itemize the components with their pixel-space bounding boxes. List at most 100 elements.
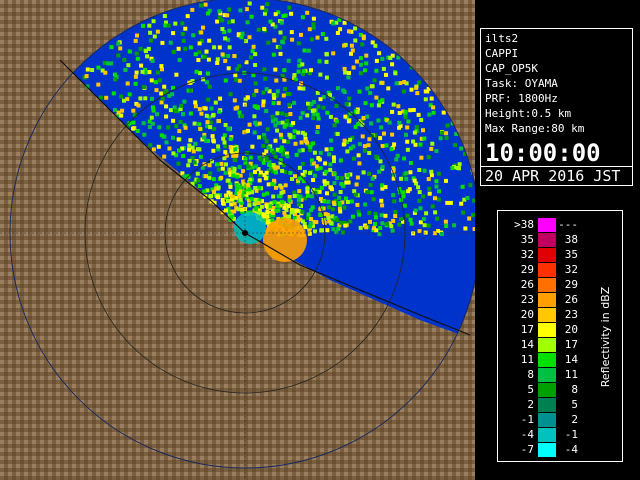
echo-cell xyxy=(197,184,202,188)
echo-cell xyxy=(471,213,475,217)
echo-cell xyxy=(367,210,372,215)
legend-high-label: 2 xyxy=(571,413,578,426)
echo-cell xyxy=(224,193,229,198)
echo-cell xyxy=(307,27,312,32)
echo-cell xyxy=(396,104,401,109)
echo-cell xyxy=(347,29,351,34)
echo-cell xyxy=(207,163,212,168)
echo-cell xyxy=(348,219,353,224)
legend-color-swatch xyxy=(538,278,556,292)
echo-cell xyxy=(409,87,414,92)
echo-cell xyxy=(228,137,233,141)
echo-cell xyxy=(210,134,215,139)
echo-cell xyxy=(217,119,221,123)
echo-cell xyxy=(220,166,225,171)
echo-cell xyxy=(162,154,167,159)
echo-cell xyxy=(364,53,369,58)
legend-high-label: -4 xyxy=(565,443,579,456)
echo-cell xyxy=(266,40,271,45)
echo-cell xyxy=(346,180,351,185)
echo-cell xyxy=(338,209,343,214)
echo-cell xyxy=(181,38,186,43)
echo-cell xyxy=(230,194,235,199)
echo-cell xyxy=(198,126,203,131)
legend-color-swatch xyxy=(538,218,556,232)
legend-color-swatch xyxy=(538,308,556,322)
echo-cell xyxy=(104,95,109,100)
echo-cell xyxy=(220,52,225,57)
echo-cell xyxy=(339,181,344,186)
echo-cell xyxy=(162,14,167,18)
echo-cell xyxy=(336,86,340,91)
echo-cell xyxy=(258,170,263,175)
legend-color-swatch xyxy=(538,398,556,412)
echo-cell xyxy=(193,104,198,109)
echo-cell xyxy=(119,94,124,99)
echo-cell xyxy=(156,144,161,149)
echo-cell xyxy=(233,157,238,162)
echo-cell xyxy=(145,54,150,59)
echo-cell xyxy=(365,114,370,119)
echo-cell xyxy=(374,228,379,233)
echo-cell xyxy=(284,113,289,117)
echo-cell xyxy=(208,125,213,130)
echo-cell xyxy=(344,101,349,106)
echo-cell xyxy=(328,162,333,167)
legend-high-label: 14 xyxy=(565,353,579,366)
echo-cell xyxy=(330,207,335,212)
echo-cell xyxy=(364,225,369,230)
echo-cell xyxy=(441,110,446,115)
echo-cell xyxy=(293,141,298,146)
echo-cell xyxy=(292,100,297,105)
echo-cell xyxy=(413,208,418,213)
legend-color-swatch xyxy=(538,353,556,367)
echo-cell xyxy=(405,139,410,144)
echo-cell xyxy=(346,119,351,124)
echo-cell xyxy=(183,46,188,51)
legend-low-label: 35 xyxy=(521,233,534,246)
echo-cell xyxy=(228,92,233,97)
echo-cell xyxy=(300,111,305,116)
echo-cell xyxy=(388,55,393,60)
echo-cell xyxy=(347,71,351,75)
echo-cell xyxy=(303,132,308,137)
echo-cell xyxy=(226,54,231,58)
echo-cell xyxy=(96,65,101,70)
time-display: 10:00:00 xyxy=(485,139,601,167)
echo-cell xyxy=(278,132,283,137)
echo-cell xyxy=(211,138,216,143)
echo-cell xyxy=(188,45,193,50)
echo-cell xyxy=(329,185,333,190)
echo-cell xyxy=(148,38,153,43)
echo-cell xyxy=(229,149,234,154)
echo-cell xyxy=(253,63,258,67)
echo-cell xyxy=(397,120,402,125)
echo-cell xyxy=(455,166,460,170)
echo-cell xyxy=(280,111,285,116)
echo-cell xyxy=(467,216,472,221)
echo-cell xyxy=(266,220,271,225)
echo-cell xyxy=(229,202,234,207)
echo-cell xyxy=(306,48,311,53)
echo-cell xyxy=(204,80,209,85)
echo-cell xyxy=(149,115,154,120)
echo-cell xyxy=(300,161,305,166)
echo-cell xyxy=(198,154,203,159)
echo-cell xyxy=(374,215,378,220)
echo-cell xyxy=(192,121,197,126)
echo-cell xyxy=(216,195,221,200)
echo-cell xyxy=(282,68,287,73)
echo-cell xyxy=(325,228,330,233)
echo-cell xyxy=(332,171,337,176)
echo-cell xyxy=(146,46,151,51)
echo-cell xyxy=(431,105,436,110)
echo-cell xyxy=(236,207,241,212)
echo-cell xyxy=(390,132,395,137)
echo-cell xyxy=(232,209,237,214)
echo-cell xyxy=(355,202,360,207)
echo-cell xyxy=(159,133,164,138)
echo-cell xyxy=(134,70,139,75)
echo-cell xyxy=(244,7,249,12)
echo-cell xyxy=(221,201,225,206)
echo-cell xyxy=(147,70,152,75)
